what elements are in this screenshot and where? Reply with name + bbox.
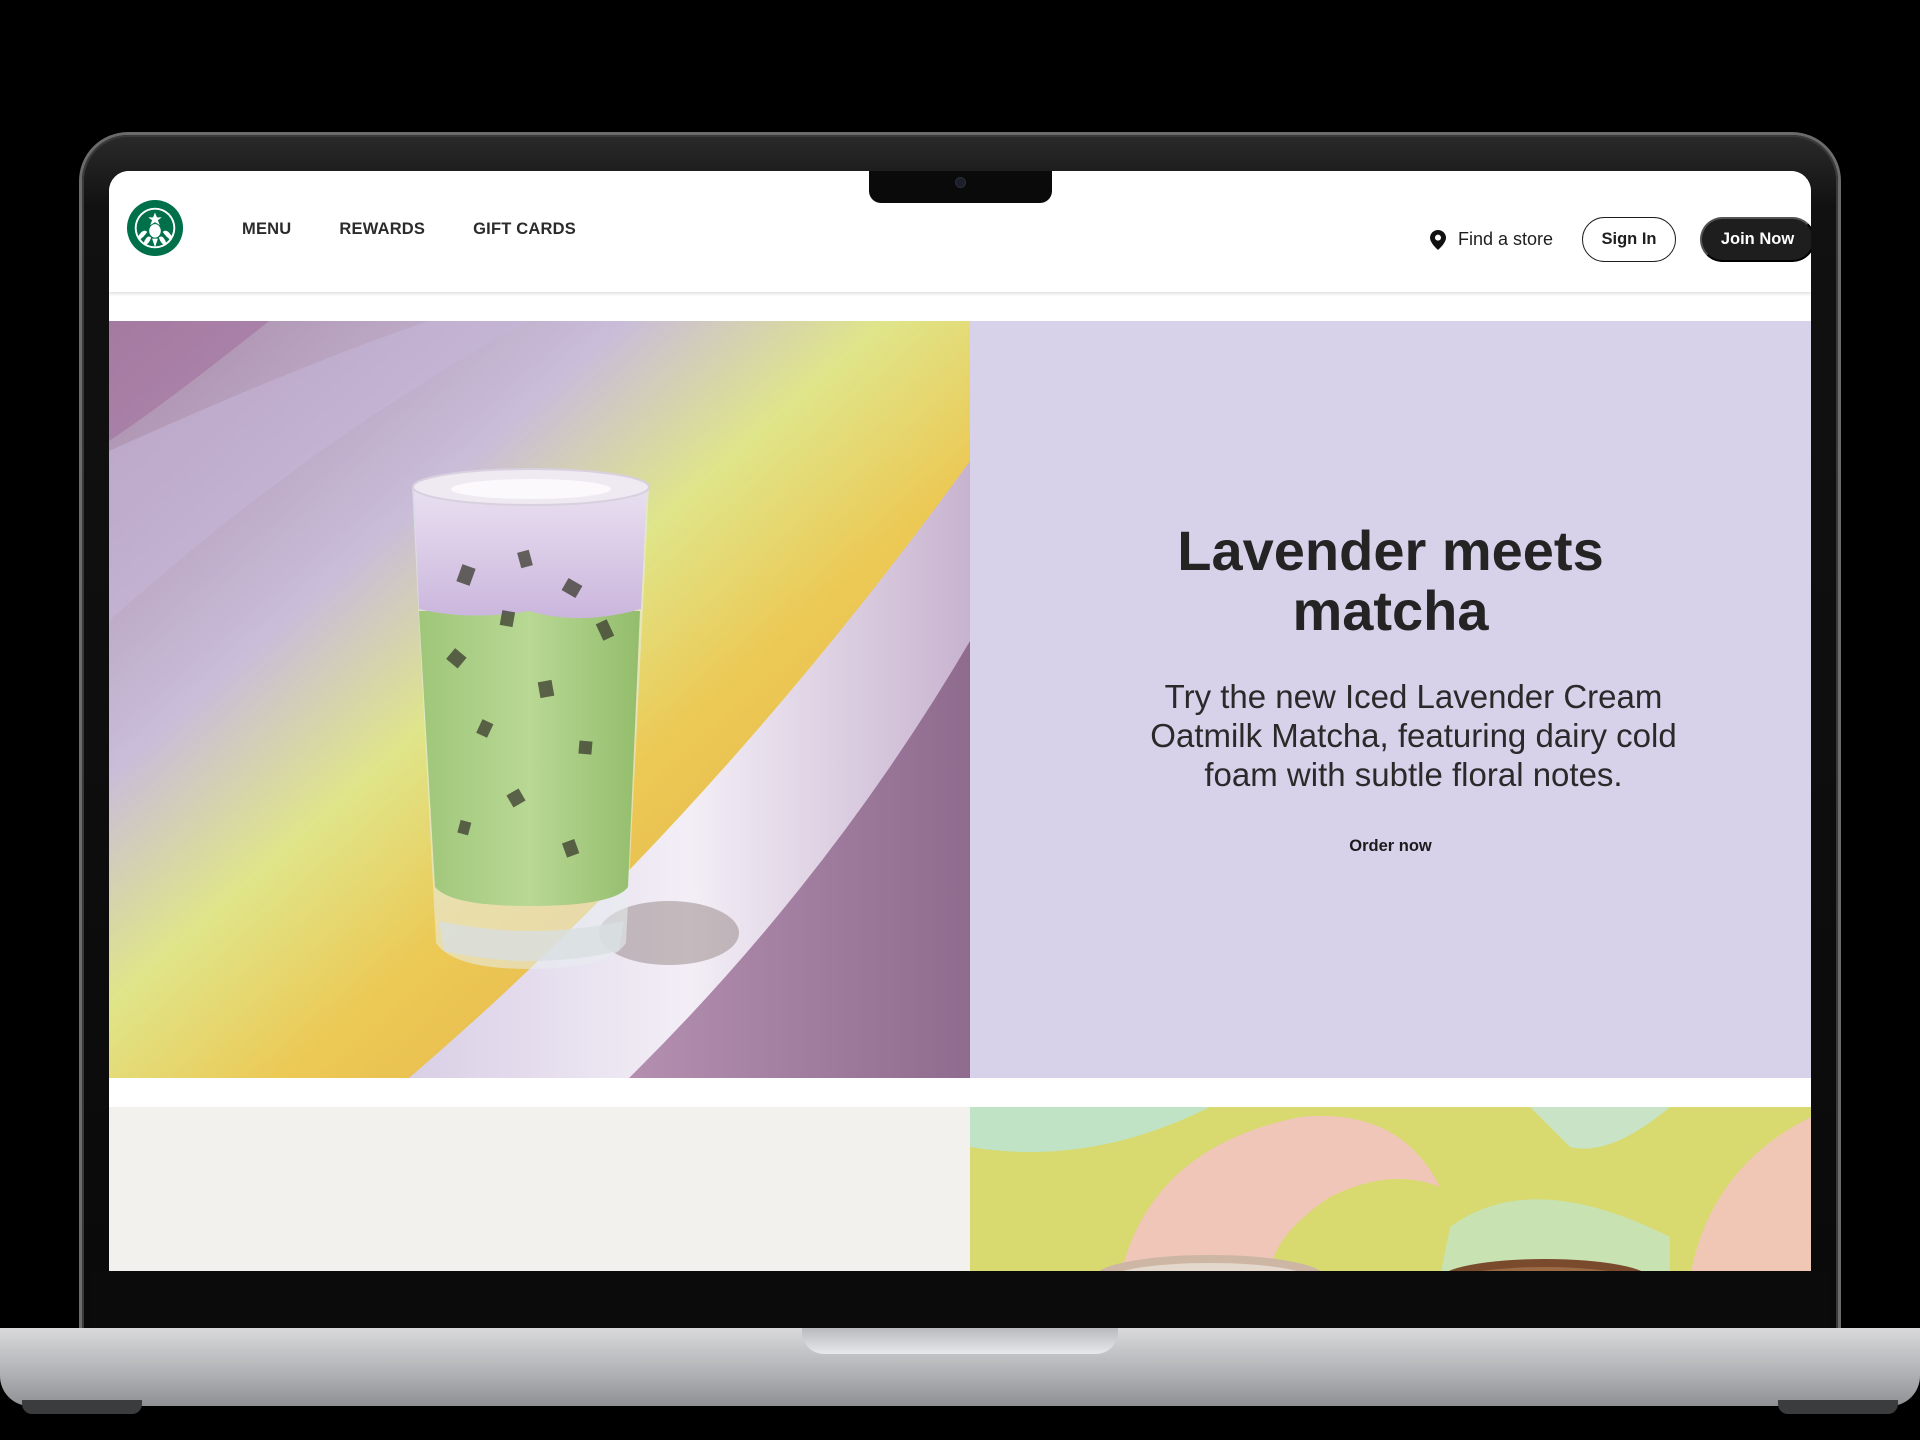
nav-gift-cards[interactable]: GIFT CARDS bbox=[473, 220, 576, 239]
camera-icon bbox=[956, 178, 965, 187]
promo-image-right bbox=[970, 1107, 1811, 1271]
hero-description: Try the new Iced Lavender Cream Oatmilk … bbox=[1150, 678, 1677, 793]
hero-title-line1: Lavender meets bbox=[1177, 519, 1604, 582]
browser-viewport: MENU REWARDS GIFT CARDS Find a store Sig… bbox=[109, 171, 1811, 1271]
hero-panel: Lavender meets matcha Try the new Iced L… bbox=[970, 321, 1811, 1078]
sign-in-button[interactable]: Sign In bbox=[1582, 217, 1676, 262]
promo-panel-left bbox=[109, 1107, 970, 1271]
location-pin-icon bbox=[1430, 229, 1446, 250]
camera-notch bbox=[869, 171, 1052, 203]
hero-title: Lavender meets matcha bbox=[970, 521, 1811, 641]
starbucks-logo-icon[interactable] bbox=[126, 199, 184, 257]
nav-rewards[interactable]: REWARDS bbox=[339, 220, 425, 239]
nav-menu[interactable]: MENU bbox=[242, 220, 291, 239]
hero-title-line2: matcha bbox=[1292, 579, 1489, 642]
laptop-hinge-cutout bbox=[802, 1328, 1118, 1354]
main-nav: MENU REWARDS GIFT CARDS bbox=[242, 220, 624, 239]
laptop-foot-left bbox=[22, 1400, 142, 1414]
hero-drink-image bbox=[109, 321, 970, 1078]
screen-bezel bbox=[90, 1271, 1830, 1329]
find-store-label: Find a store bbox=[1458, 229, 1554, 249]
find-store-link[interactable]: Find a store bbox=[1430, 229, 1553, 250]
laptop-foot-right bbox=[1778, 1400, 1898, 1414]
order-now-link[interactable]: Order now bbox=[970, 837, 1811, 856]
join-now-button[interactable]: Join Now bbox=[1700, 217, 1811, 262]
